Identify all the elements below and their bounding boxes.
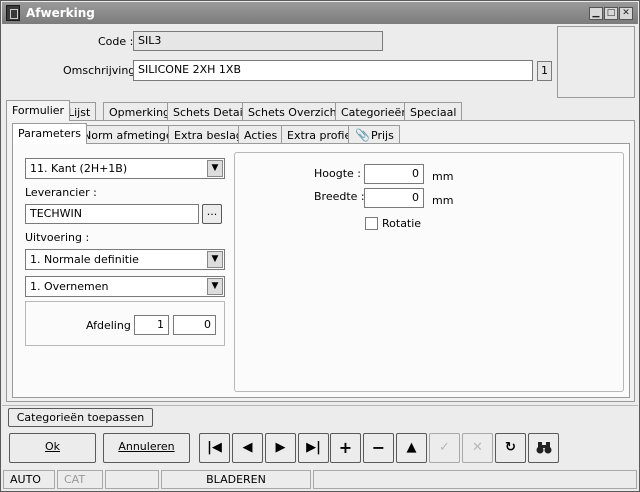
type-combo-value: 11. Kant (2H+1B) bbox=[30, 162, 128, 175]
uitvoering-combo-value: 1. Normale definitie bbox=[30, 253, 139, 266]
uitvoering-combo[interactable]: 1. Normale definitie ▼ bbox=[25, 249, 225, 270]
refresh-icon[interactable]: ↻ bbox=[495, 433, 526, 463]
subtab-prijs-label: Prijs bbox=[371, 129, 394, 142]
tab-schets-detail[interactable]: Schets Detail bbox=[167, 102, 252, 121]
breedte-field[interactable]: 0 bbox=[364, 188, 424, 208]
delete-icon[interactable]: − bbox=[363, 433, 394, 463]
chevron-down-icon[interactable]: ▼ bbox=[207, 160, 223, 177]
breedte-unit: mm bbox=[432, 194, 454, 207]
add-icon[interactable]: + bbox=[330, 433, 361, 463]
last-record-icon[interactable]: ▶| bbox=[298, 433, 329, 463]
window-title: Afwerking bbox=[26, 6, 95, 20]
tab-categorieen[interactable]: Categorieën bbox=[335, 102, 415, 121]
subtab-extra-beslag[interactable]: Extra beslag bbox=[168, 125, 249, 144]
previous-record-icon[interactable]: ◀ bbox=[232, 433, 263, 463]
hoogte-unit: mm bbox=[432, 170, 454, 183]
status-empty bbox=[105, 470, 159, 489]
hoogte-field[interactable]: 0 bbox=[364, 164, 424, 184]
overnemen-combo-value: 1. Overnemen bbox=[30, 280, 109, 293]
leverancier-label: Leverancier : bbox=[25, 186, 97, 199]
minimize-icon[interactable]: ▁ bbox=[589, 7, 603, 20]
subtab-parameters[interactable]: Parameters bbox=[12, 123, 87, 144]
title-bar: Afwerking ▁ □ ✕ bbox=[2, 2, 638, 24]
afdeling-field-1[interactable]: 1 bbox=[134, 315, 169, 335]
chevron-down-icon[interactable]: ▼ bbox=[207, 278, 223, 295]
hoogte-label: Hoogte : bbox=[314, 167, 361, 180]
description-language-badge[interactable]: 1 bbox=[537, 61, 552, 81]
tab-formulier[interactable]: Formulier bbox=[6, 100, 71, 121]
paperclip-icon: 📎 bbox=[355, 128, 370, 142]
first-record-icon[interactable]: |◀ bbox=[199, 433, 230, 463]
rotatie-checkbox[interactable] bbox=[365, 217, 378, 230]
leverancier-browse-button[interactable]: ... bbox=[202, 204, 222, 224]
leverancier-field[interactable]: TECHWIN bbox=[25, 204, 199, 224]
close-icon[interactable]: ✕ bbox=[619, 7, 633, 20]
subtab-acties[interactable]: Acties bbox=[238, 125, 284, 144]
description-label: Omschrijving : bbox=[63, 64, 143, 77]
ok-button-label: Ok bbox=[44, 440, 61, 453]
ok-button[interactable]: Ok bbox=[9, 433, 96, 463]
apply-categories-button[interactable]: Categorieën toepassen bbox=[8, 408, 153, 427]
next-record-icon[interactable]: ▶ bbox=[265, 433, 296, 463]
tab-schets-overzicht[interactable]: Schets Overzicht bbox=[242, 102, 347, 121]
status-state: BLADEREN bbox=[161, 470, 311, 489]
description-field[interactable]: SILICONE 2XH 1XB bbox=[133, 60, 533, 81]
tab-speciaal[interactable]: Speciaal bbox=[404, 102, 463, 121]
status-info bbox=[313, 470, 637, 489]
image-preview bbox=[557, 26, 635, 98]
type-combo[interactable]: 11. Kant (2H+1B) ▼ bbox=[25, 158, 225, 179]
afdeling-field-2[interactable]: 0 bbox=[173, 315, 216, 335]
confirm-icon[interactable]: ✓ bbox=[429, 433, 460, 463]
overnemen-combo[interactable]: 1. Overnemen ▼ bbox=[25, 276, 225, 297]
window: Afwerking ▁ □ ✕ Code : SIL3 Omschrijving… bbox=[0, 0, 640, 492]
discard-icon[interactable]: ✕ bbox=[462, 433, 493, 463]
status-cat: CAT bbox=[57, 470, 103, 489]
dimensions-group bbox=[234, 152, 624, 392]
breedte-label: Breedte : bbox=[314, 190, 365, 203]
code-field[interactable]: SIL3 bbox=[133, 31, 383, 51]
search-binoculars-icon[interactable] bbox=[528, 433, 559, 463]
code-label: Code : bbox=[98, 35, 134, 48]
app-icon bbox=[6, 5, 20, 21]
tab-opmerking[interactable]: Opmerking bbox=[103, 102, 177, 121]
maximize-icon[interactable]: □ bbox=[604, 7, 618, 20]
up-icon[interactable]: ▲ bbox=[396, 433, 427, 463]
status-mode: AUTO bbox=[3, 470, 55, 489]
cancel-button[interactable]: Annuleren bbox=[103, 433, 190, 463]
rotatie-label: Rotatie bbox=[382, 217, 422, 230]
chevron-down-icon[interactable]: ▼ bbox=[207, 251, 223, 268]
subtab-prijs[interactable]: 📎 Prijs bbox=[348, 125, 400, 144]
uitvoering-label: Uitvoering : bbox=[25, 231, 90, 244]
afdeling-label: Afdeling : bbox=[86, 319, 139, 332]
cancel-button-label: Annuleren bbox=[118, 440, 175, 453]
